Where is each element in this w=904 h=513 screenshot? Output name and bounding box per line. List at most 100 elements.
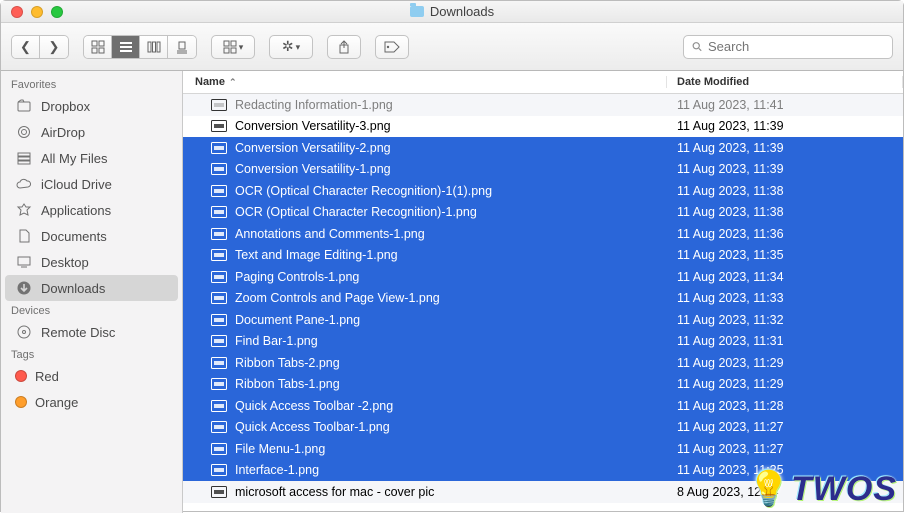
file-date-cell: 11 Aug 2023, 11:39 (667, 162, 903, 176)
file-name-cell: Text and Image Editing-1.png (183, 248, 667, 262)
disc-icon (15, 323, 33, 341)
action-button[interactable]: ✲ ▾ (269, 35, 313, 59)
column-header-name[interactable]: Name ⌃ (183, 76, 667, 88)
columns-icon (147, 40, 161, 54)
search-input[interactable] (708, 39, 884, 54)
image-file-icon (211, 185, 227, 197)
chevron-down-icon: ▾ (239, 42, 244, 53)
file-name: Interface-1.png (235, 463, 319, 477)
file-name: microsoft access for mac - cover pic (235, 485, 434, 499)
sidebar-item-label: All My Files (41, 151, 107, 166)
file-date-cell: 11 Aug 2023, 11:31 (667, 334, 903, 348)
file-row[interactable]: OCR (Optical Character Recognition)-1(1)… (183, 180, 903, 202)
forward-button[interactable]: ❯ (40, 36, 68, 58)
file-row[interactable]: Conversion Versatility-2.png11 Aug 2023,… (183, 137, 903, 159)
file-name-cell: OCR (Optical Character Recognition)-1.pn… (183, 205, 667, 219)
sidebar-item-tag-orange[interactable]: Orange (1, 389, 182, 415)
file-row[interactable]: Paging Controls-1.png11 Aug 2023, 11:34 (183, 266, 903, 288)
sidebar-item-dropbox[interactable]: Dropbox (1, 93, 182, 119)
file-row[interactable]: Redacting Information-1.png11 Aug 2023, … (183, 94, 903, 116)
image-file-icon (211, 335, 227, 347)
column-header-date[interactable]: Date Modified (667, 76, 903, 88)
sidebar-item-label: Red (35, 369, 59, 384)
share-icon (337, 40, 351, 54)
file-name-cell: Ribbon Tabs-2.png (183, 356, 667, 370)
file-name-cell: Ribbon Tabs-1.png (183, 377, 667, 391)
zoom-icon[interactable] (51, 6, 63, 18)
file-name-cell: Quick Access Toolbar-1.png (183, 420, 667, 434)
search-field[interactable] (683, 35, 893, 59)
icon-view-button[interactable] (84, 36, 112, 58)
applications-icon (15, 201, 33, 219)
tags-button[interactable] (375, 35, 409, 59)
file-name: Conversion Versatility-3.png (235, 119, 391, 133)
sidebar-item-tag-red[interactable]: Red (1, 363, 182, 389)
close-icon[interactable] (11, 6, 23, 18)
image-file-icon (211, 228, 227, 240)
file-row[interactable]: OCR (Optical Character Recognition)-1.pn… (183, 202, 903, 224)
file-rows: Redacting Information-1.png11 Aug 2023, … (183, 94, 903, 513)
file-row[interactable]: File Menu-1.png11 Aug 2023, 11:27 (183, 438, 903, 460)
sidebar-item-label: Desktop (41, 255, 89, 270)
file-row[interactable]: Ribbon Tabs-1.png11 Aug 2023, 11:29 (183, 374, 903, 396)
file-row[interactable]: Ribbon Tabs-2.png11 Aug 2023, 11:29 (183, 352, 903, 374)
list-view-button[interactable] (112, 36, 140, 58)
sidebar-item-applications[interactable]: Applications (1, 197, 182, 223)
main: Favorites Dropbox AirDrop All My Files i… (1, 71, 903, 513)
sidebar-item-icloud[interactable]: iCloud Drive (1, 171, 182, 197)
group-by-button[interactable]: ▾ (211, 35, 255, 59)
sidebar-item-label: Applications (41, 203, 111, 218)
gallery-icon (175, 40, 189, 54)
file-date-cell: 11 Aug 2023, 11:38 (667, 184, 903, 198)
file-date-cell: 11 Aug 2023, 11:27 (667, 420, 903, 434)
desktop-icon (15, 253, 33, 271)
sidebar-item-label: AirDrop (41, 125, 85, 140)
file-name: Paging Controls-1.png (235, 270, 359, 284)
minimize-icon[interactable] (31, 6, 43, 18)
sidebar-item-allfiles[interactable]: All My Files (1, 145, 182, 171)
file-date-cell: 11 Aug 2023, 11:41 (667, 98, 903, 112)
file-row[interactable]: Conversion Versatility-3.png11 Aug 2023,… (183, 116, 903, 138)
file-row[interactable]: Conversion Versatility-1.png11 Aug 2023,… (183, 159, 903, 181)
file-name-cell: Quick Access Toolbar -2.png (183, 399, 667, 413)
sidebar-heading-tags: Tags (1, 345, 182, 363)
file-row[interactable]: Interface-1.png11 Aug 2023, 11:25 (183, 460, 903, 482)
column-view-button[interactable] (140, 36, 168, 58)
file-date-cell: 11 Aug 2023, 11:36 (667, 227, 903, 241)
back-button[interactable]: ❮ (12, 36, 40, 58)
file-row[interactable]: Document Pane-1.png 11 Aug 2023, 11:32 (183, 309, 903, 331)
list-icon (119, 40, 133, 54)
file-row[interactable]: Quick Access Toolbar-1.png11 Aug 2023, 1… (183, 417, 903, 439)
file-name: Document Pane-1.png (235, 313, 360, 327)
file-date-cell: 11 Aug 2023, 11:29 (667, 377, 903, 391)
file-name-cell: Redacting Information-1.png (183, 98, 667, 112)
sidebar-item-remote-disc[interactable]: Remote Disc (1, 319, 182, 345)
column-headers: Name ⌃ Date Modified (183, 71, 903, 94)
file-name-cell: Conversion Versatility-3.png (183, 119, 667, 133)
sidebar-item-downloads[interactable]: Downloads (5, 275, 178, 301)
image-file-icon (211, 292, 227, 304)
file-row[interactable]: Zoom Controls and Page View-1.png11 Aug … (183, 288, 903, 310)
file-row[interactable]: Find Bar-1.png11 Aug 2023, 11:31 (183, 331, 903, 353)
file-name: Quick Access Toolbar -2.png (235, 399, 393, 413)
file-name-cell: File Menu-1.png (183, 442, 667, 456)
tag-dot-icon (15, 370, 27, 382)
file-date-cell: 11 Aug 2023, 11:32 (667, 313, 903, 327)
sidebar-item-desktop[interactable]: Desktop (1, 249, 182, 275)
file-row[interactable]: Text and Image Editing-1.png11 Aug 2023,… (183, 245, 903, 267)
window-title-text: Downloads (430, 4, 494, 19)
chevron-down-icon: ▾ (296, 42, 301, 53)
file-row[interactable]: Quick Access Toolbar -2.png11 Aug 2023, … (183, 395, 903, 417)
sidebar-item-documents[interactable]: Documents (1, 223, 182, 249)
file-row[interactable]: Annotations and Comments-1.png11 Aug 202… (183, 223, 903, 245)
coverflow-view-button[interactable] (168, 36, 196, 58)
file-name: Ribbon Tabs-2.png (235, 356, 340, 370)
tag-icon (384, 41, 400, 53)
sidebar-item-airdrop[interactable]: AirDrop (1, 119, 182, 145)
file-row[interactable]: microsoft access for mac - cover pic8 Au… (183, 481, 903, 503)
file-name: File Menu-1.png (235, 442, 325, 456)
share-button[interactable] (327, 35, 361, 59)
file-name-cell: Find Bar-1.png (183, 334, 667, 348)
sidebar: Favorites Dropbox AirDrop All My Files i… (1, 71, 183, 513)
sidebar-item-label: iCloud Drive (41, 177, 112, 192)
